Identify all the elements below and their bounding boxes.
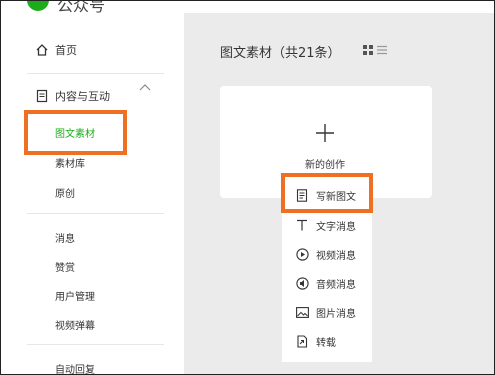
image-icon xyxy=(295,305,309,319)
menu-item-label: 转载 xyxy=(316,337,336,349)
document-icon xyxy=(295,188,309,202)
sidebar-item-home-label: 首页 xyxy=(55,44,77,57)
menu-item-new-article[interactable]: 写新图文 xyxy=(282,182,372,208)
menu-item-image-message[interactable]: 图片消息 xyxy=(282,299,372,325)
page-title-count: （共21条） xyxy=(272,46,341,61)
menu-item-label: 图片消息 xyxy=(316,308,356,320)
sidebar-divider xyxy=(27,73,164,74)
menu-item-label: 音频消息 xyxy=(316,279,356,291)
list-view-icon[interactable] xyxy=(377,45,387,55)
view-toggle xyxy=(363,45,387,55)
logo-icon xyxy=(27,1,49,11)
menu-item-label: 文字消息 xyxy=(316,221,356,233)
sidebar-item-autoreply[interactable]: 自动回复 xyxy=(55,361,95,374)
screenshot-frame: 公众号 首页 内容与互动 图文素材 素材库 原创 消息 赞赏 用户管理 视频弹幕… xyxy=(0,0,495,375)
sidebar-item-original[interactable]: 原创 xyxy=(55,185,75,200)
menu-item-audio-message[interactable]: 音频消息 xyxy=(282,270,372,296)
page-title-text: 图文素材 xyxy=(220,46,273,61)
sidebar-item-messages[interactable]: 消息 xyxy=(55,230,75,245)
sidebar-divider xyxy=(27,213,164,214)
home-icon xyxy=(34,42,50,58)
audio-icon xyxy=(295,276,309,290)
text-T-icon xyxy=(295,218,309,232)
sidebar-item-articles[interactable]: 图文素材 xyxy=(55,125,95,140)
menu-item-repost[interactable]: 转载 xyxy=(282,328,372,354)
repost-icon xyxy=(295,334,309,348)
create-dropdown-menu: 写新图文 文字消息 视频消息 音频消息 图片消息 转载 xyxy=(282,176,372,362)
grid-view-icon[interactable] xyxy=(363,45,373,55)
sidebar-divider xyxy=(27,344,164,345)
sidebar-item-home[interactable]: 首页 xyxy=(1,37,184,63)
top-bar: 公众号 xyxy=(1,1,494,15)
sidebar-item-reward[interactable]: 赞赏 xyxy=(55,259,75,274)
menu-item-label: 视频消息 xyxy=(316,250,356,262)
plus-icon xyxy=(316,124,334,142)
chevron-up-icon[interactable] xyxy=(138,83,152,93)
page-title: 图文素材 （共21条） xyxy=(220,42,341,61)
sidebar-item-library[interactable]: 素材库 xyxy=(55,155,85,170)
document-icon xyxy=(34,88,50,104)
sidebar-item-danmaku[interactable]: 视频弹幕 xyxy=(55,317,95,332)
sidebar-item-users[interactable]: 用户管理 xyxy=(55,288,95,303)
sidebar-item-content[interactable]: 内容与互动 xyxy=(1,83,184,109)
menu-item-video-message[interactable]: 视频消息 xyxy=(282,241,372,267)
sidebar-item-content-label: 内容与互动 xyxy=(55,90,110,103)
menu-item-label: 写新图文 xyxy=(316,191,356,203)
menu-item-text-message[interactable]: 文字消息 xyxy=(282,212,372,238)
new-creation-label: 新的创作 xyxy=(305,160,345,171)
play-circle-icon xyxy=(295,247,309,261)
